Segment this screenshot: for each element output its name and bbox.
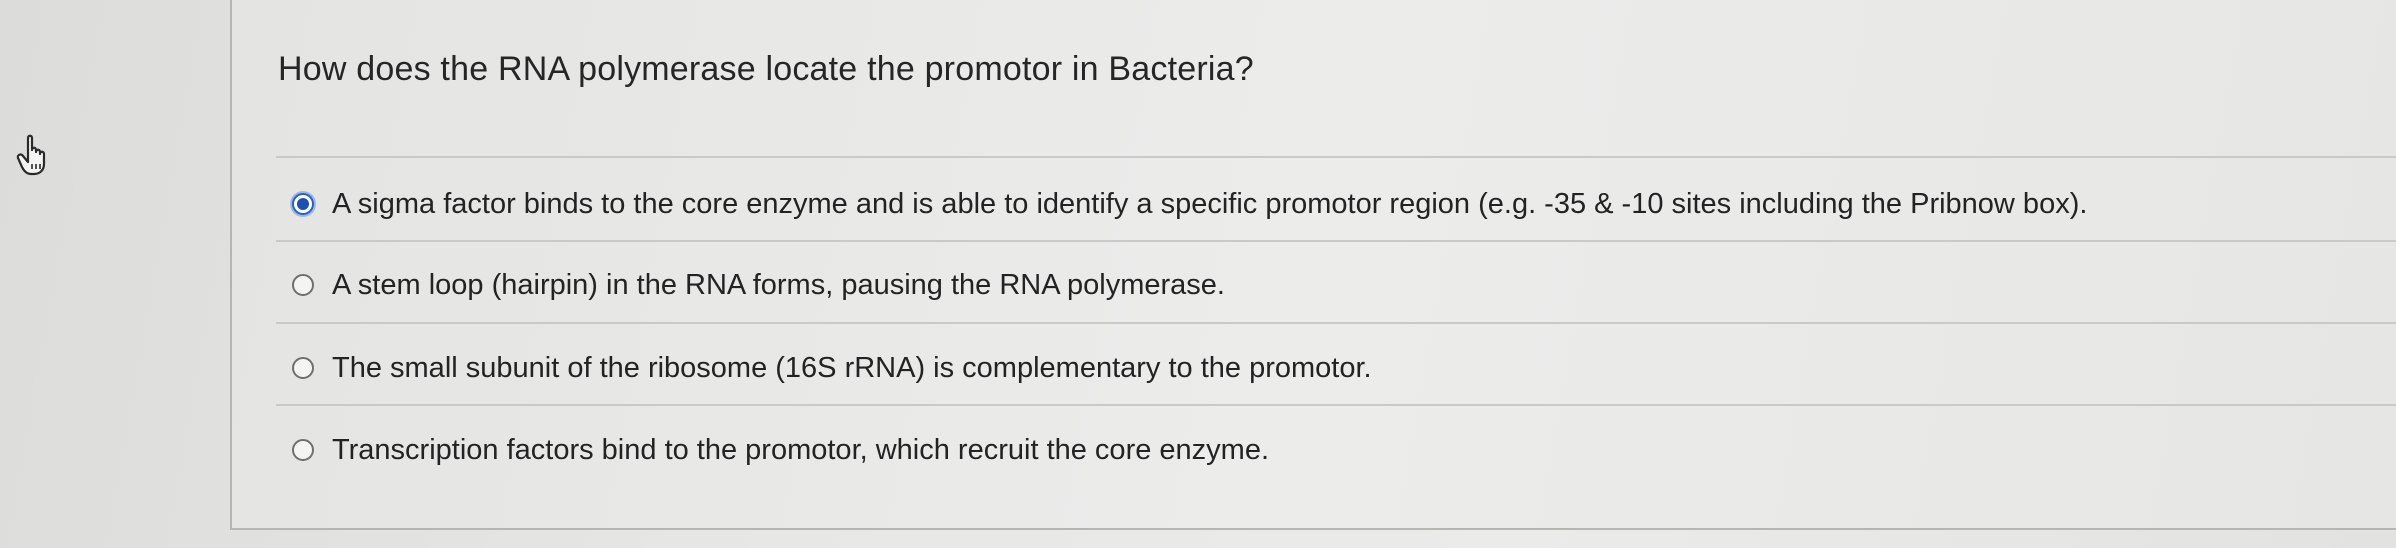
answer-option-label: A sigma factor binds to the core enzyme … <box>332 187 2088 220</box>
radio-button[interactable] <box>292 439 314 461</box>
radio-button-selected[interactable] <box>292 193 314 215</box>
divider <box>276 156 2396 158</box>
hand-pointer-icon <box>16 134 46 176</box>
left-gutter <box>0 0 230 548</box>
divider <box>276 404 2396 406</box>
answer-option-1[interactable]: A sigma factor binds to the core enzyme … <box>292 179 2087 229</box>
divider <box>276 240 2396 242</box>
question-card: How does the RNA polymerase locate the p… <box>230 0 2396 530</box>
answer-option-2[interactable]: A stem loop (hairpin) in the RNA forms, … <box>292 260 1225 310</box>
answer-option-4[interactable]: Transcription factors bind to the promot… <box>292 425 1269 475</box>
answer-option-label: Transcription factors bind to the promot… <box>332 433 1270 466</box>
answer-option-label: A stem loop (hairpin) in the RNA forms, … <box>332 268 1225 301</box>
answer-option-3[interactable]: The small subunit of the ribosome (16S r… <box>292 343 1372 393</box>
radio-button[interactable] <box>292 274 314 296</box>
divider <box>276 322 2396 324</box>
answer-option-label: The small subunit of the ribosome (16S r… <box>332 351 1372 384</box>
radio-button[interactable] <box>292 357 314 379</box>
question-text: How does the RNA polymerase locate the p… <box>278 50 1254 88</box>
